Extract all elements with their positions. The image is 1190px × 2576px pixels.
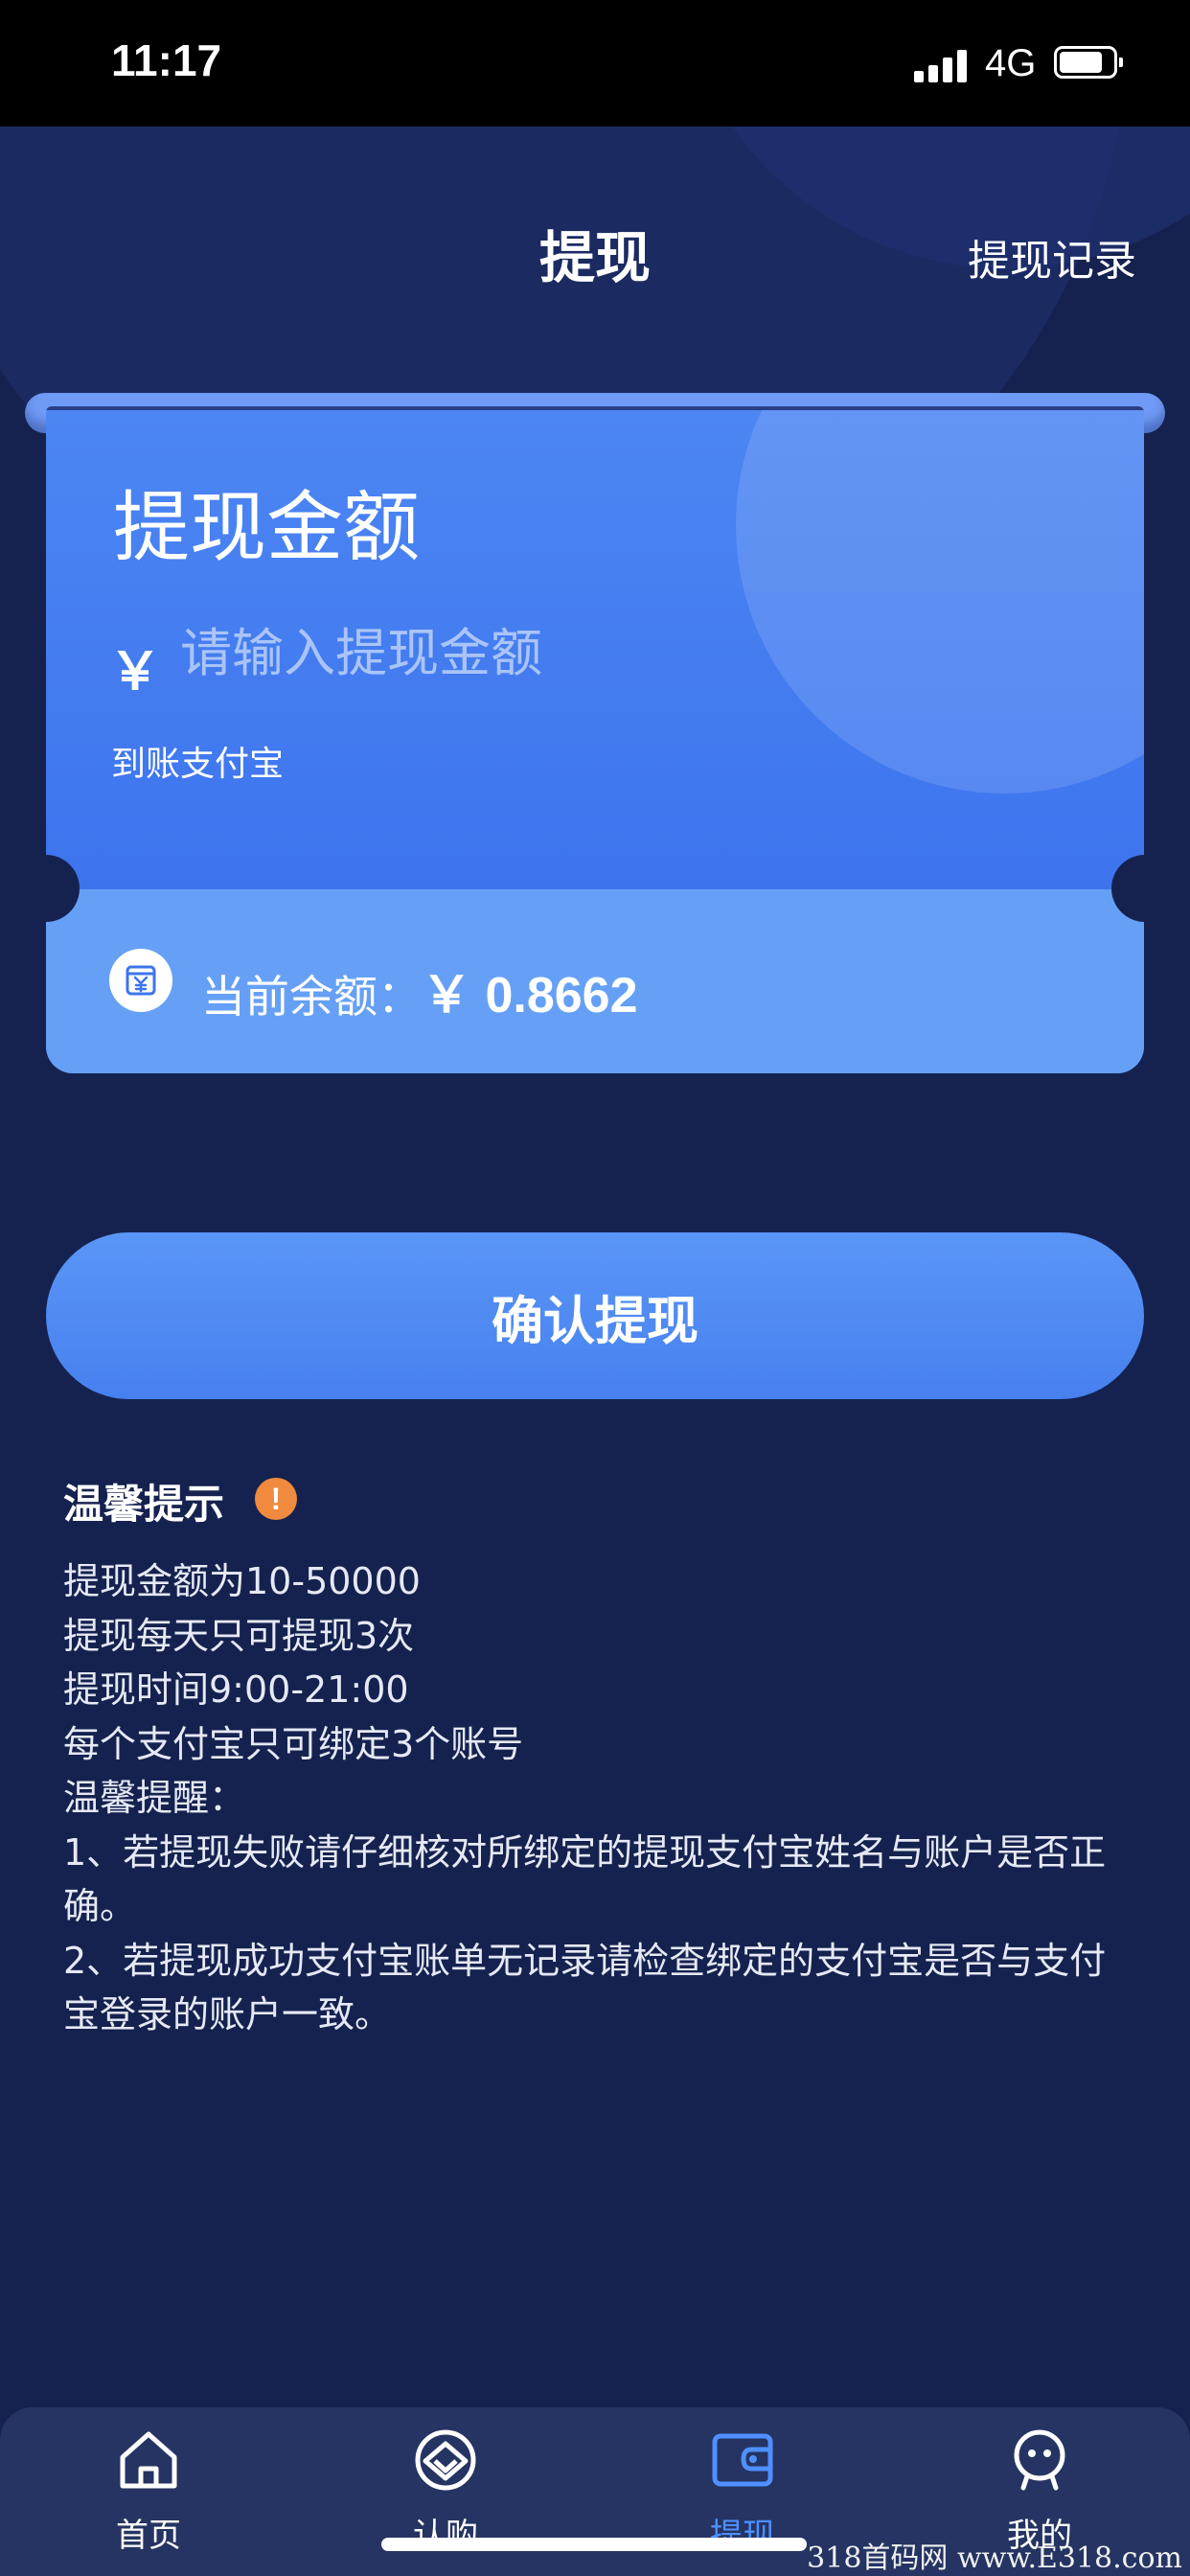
subscribe-icon — [415, 2429, 476, 2491]
signal-icon — [914, 48, 968, 82]
tip-line: 2、若提现成功支付宝账单无记录请检查绑定的支付宝是否与支付宝登录的账户一致。 — [63, 1939, 1107, 2036]
card-top: 提现金额 ￥ 到账支付宝 — [46, 410, 1144, 889]
battery-icon — [1054, 46, 1123, 79]
card-decoration — [736, 410, 1144, 794]
balance-text: 当前余额：￥ 0.8662 — [201, 954, 638, 1026]
tab-home[interactable]: 首页 — [0, 2407, 297, 2576]
tab-label: 首页 — [116, 2517, 181, 2555]
balance-label: 当前余额： — [201, 971, 422, 1023]
withdraw-history-link[interactable]: 提现记录 — [968, 226, 1136, 288]
profile-icon — [1014, 2429, 1065, 2491]
confirm-withdraw-button[interactable]: 确认提现 — [46, 1232, 1144, 1399]
tip-line: 1、若提现失败请仔细核对所绑定的提现支付宝姓名与账户是否正确。 — [63, 1830, 1107, 1928]
tip-line: 温馨提醒： — [63, 1777, 246, 1819]
status-bar: 11:17 4G — [0, 0, 1190, 126]
tips-body: 提现金额为10-50000 提现每天只可提现3次 提现时间9:00-21:00 … — [63, 1554, 1136, 2042]
amount-input[interactable] — [172, 610, 1042, 696]
withdraw-page: 11:17 4G 提现 提现记录 提现金额 ￥ 到账支付宝 — [0, 0, 1190, 2576]
tip-line: 每个支付宝只可绑定3个账号 — [63, 1722, 524, 1765]
warning-icon: ! — [255, 1478, 297, 1520]
home-indicator — [381, 2538, 807, 2551]
tip-line: 提现每天只可提现3次 — [63, 1614, 415, 1657]
wallet-icon — [712, 2433, 773, 2487]
card-notch — [1111, 855, 1179, 922]
currency-symbol: ￥ — [109, 643, 161, 701]
balance-section: 当前余额：￥ 0.8662 — [46, 889, 1144, 1073]
home-icon — [120, 2431, 177, 2489]
balance-icon — [109, 949, 172, 1012]
withdraw-card: 提现金额 ￥ 到账支付宝 当前余额：￥ 0.8662 — [46, 410, 1144, 1073]
destination-label: 到账支付宝 — [111, 745, 285, 784]
status-time: 11:17 — [111, 35, 222, 85]
watermark: 318首码网 www.E318.com — [807, 2542, 1182, 2575]
tips-title: 温馨提示 — [63, 1481, 225, 1528]
tip-line: 提现金额为10-50000 — [63, 1560, 421, 1602]
tip-line: 提现时间9:00-21:00 — [63, 1668, 409, 1711]
balance-value: ￥ 0.8662 — [422, 968, 638, 1024]
network-label: 4G — [985, 42, 1037, 84]
card-notch — [12, 855, 80, 922]
amount-title: 提现金额 — [113, 483, 420, 572]
